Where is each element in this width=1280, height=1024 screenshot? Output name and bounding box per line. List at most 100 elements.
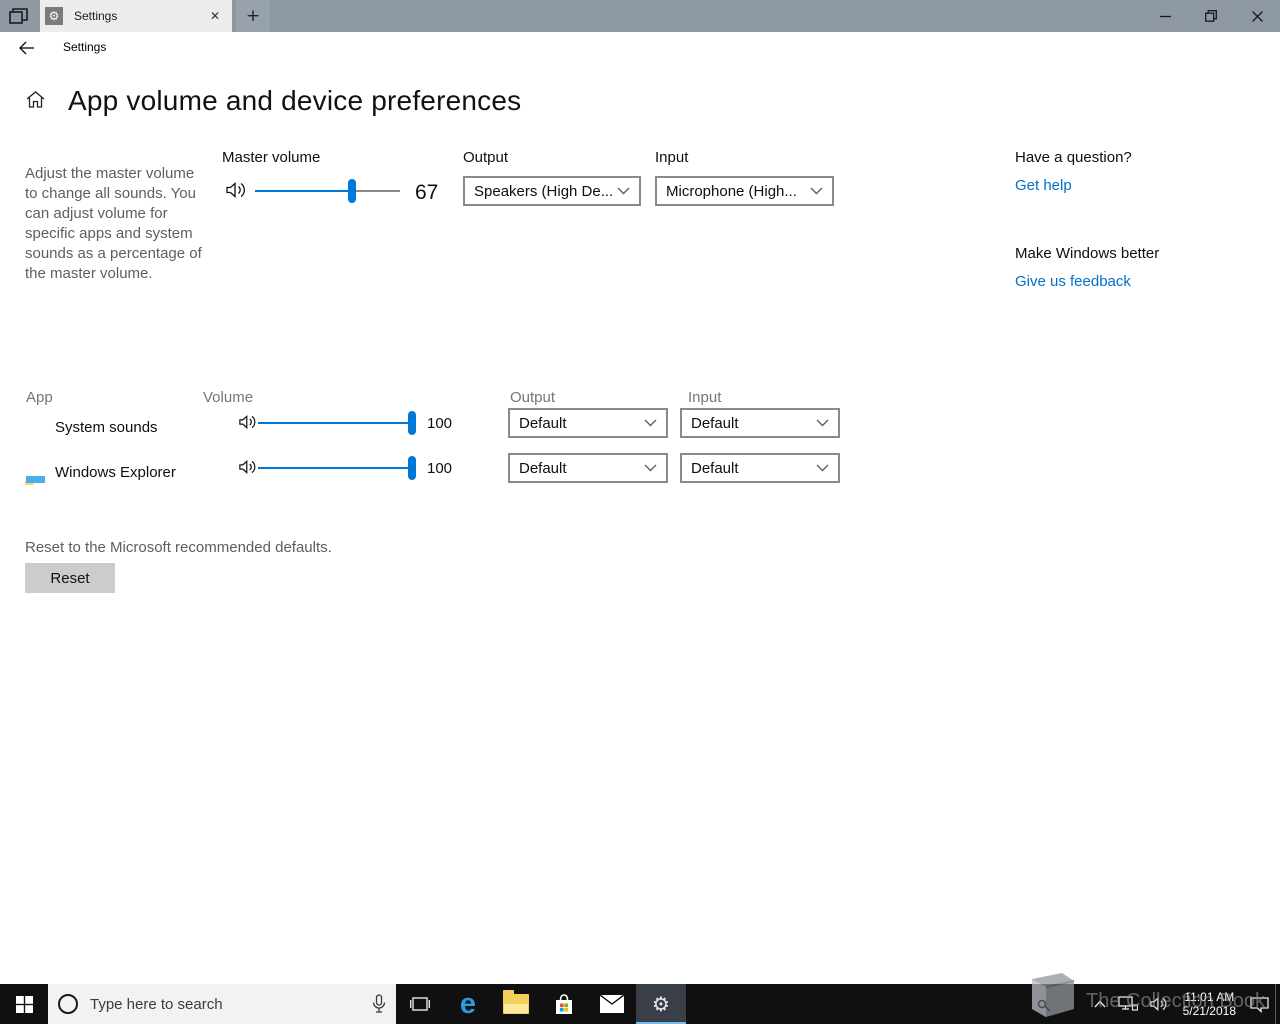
- output-label: Output: [463, 149, 509, 166]
- tab-settings[interactable]: ⚙ Settings ✕: [40, 0, 232, 32]
- slider-thumb[interactable]: [348, 179, 357, 203]
- master-volume-slider[interactable]: [255, 179, 400, 203]
- file-explorer-icon: [503, 990, 529, 1014]
- page-title: App volume and device preferences: [68, 85, 522, 116]
- new-tab-button[interactable]: +: [236, 0, 270, 32]
- action-center-icon: [1250, 996, 1269, 1013]
- give-us-feedback-link[interactable]: Give us feedback: [1015, 273, 1131, 290]
- app-speaker-icon[interactable]: [239, 459, 258, 475]
- master-volume-label: Master volume: [222, 149, 321, 166]
- restore-icon: [1205, 10, 1217, 22]
- column-header-input: Input: [688, 389, 722, 406]
- action-center-button[interactable]: [1244, 984, 1275, 1024]
- back-arrow-icon: [19, 41, 34, 55]
- slider-thumb[interactable]: [408, 411, 416, 435]
- speaker-icon: [1149, 997, 1167, 1011]
- app-row-name: System sounds: [55, 419, 158, 436]
- show-tabs-button[interactable]: [0, 0, 38, 32]
- app-volume-value: 100: [427, 460, 453, 477]
- edge-icon: e: [459, 988, 477, 1020]
- taskbar-empty-area: [686, 984, 1088, 1024]
- column-header-output: Output: [510, 389, 556, 406]
- microsoft-store-icon: [556, 994, 572, 1014]
- reset-description: Reset to the Microsoft recommended defau…: [25, 539, 332, 556]
- cortana-icon: [58, 994, 78, 1014]
- master-output-dropdown[interactable]: Speakers (High De...: [463, 176, 641, 206]
- column-header-app: App: [26, 389, 53, 406]
- input-label: Input: [655, 149, 689, 166]
- hidden-icons-button[interactable]: [1088, 984, 1112, 1024]
- tabbar-drag-area: [270, 0, 1142, 32]
- page-content: App volume and device preferences Adjust…: [0, 62, 1280, 984]
- chevron-up-icon: [1094, 1000, 1106, 1008]
- app-output-value: Default: [519, 414, 567, 432]
- app-speaker-icon[interactable]: [239, 414, 258, 430]
- taskbar-clock[interactable]: 11:01 AM 5/21/2018: [1175, 990, 1244, 1018]
- stacked-windows-icon: [9, 8, 28, 24]
- mail-icon: [600, 995, 624, 1013]
- breadcrumb: Settings: [63, 40, 107, 54]
- master-input-value: Microphone (High...: [666, 182, 797, 200]
- reset-button[interactable]: Reset: [25, 563, 115, 593]
- app-output-value: Default: [519, 459, 567, 477]
- window-tab-bar: ⚙ Settings ✕ +: [0, 0, 1280, 32]
- app-input-dropdown[interactable]: Default: [680, 408, 840, 438]
- tab-close-icon[interactable]: ✕: [206, 7, 224, 25]
- page-description: Adjust the master volume to change all s…: [25, 165, 202, 282]
- minimize-button[interactable]: [1142, 0, 1188, 32]
- master-input-dropdown[interactable]: Microphone (High...: [655, 176, 834, 206]
- volume-button[interactable]: [1144, 984, 1175, 1024]
- app-input-dropdown[interactable]: Default: [680, 453, 840, 483]
- master-output-value: Speakers (High De...: [474, 182, 614, 200]
- slider-fill: [258, 422, 412, 424]
- app-input-value: Default: [691, 459, 739, 477]
- mail-button[interactable]: [588, 984, 636, 1024]
- get-help-link[interactable]: Get help: [1015, 177, 1072, 194]
- tab-title: Settings: [74, 9, 118, 23]
- close-icon: [1251, 10, 1263, 22]
- edge-button[interactable]: e: [444, 984, 492, 1024]
- back-button[interactable]: [14, 35, 40, 61]
- master-speaker-icon[interactable]: [226, 181, 248, 199]
- task-view-button[interactable]: [396, 984, 444, 1024]
- column-header-volume: Volume: [203, 389, 254, 406]
- chevron-down-icon: [644, 464, 657, 472]
- show-desktop-button[interactable]: [1275, 984, 1280, 1024]
- microphone-icon[interactable]: [372, 994, 386, 1014]
- store-button[interactable]: [540, 984, 588, 1024]
- app-volume-value: 100: [427, 415, 453, 432]
- network-icon: [1117, 996, 1138, 1011]
- app-output-dropdown[interactable]: Default: [508, 408, 668, 438]
- app-volume-slider[interactable]: [258, 456, 416, 480]
- minimize-icon: [1159, 15, 1171, 17]
- restore-button[interactable]: [1188, 0, 1234, 32]
- settings-app-header: Settings: [0, 32, 1280, 62]
- chevron-down-icon: [816, 419, 829, 427]
- chevron-down-icon: [617, 187, 630, 195]
- clock-date: 5/21/2018: [1182, 1004, 1236, 1018]
- app-output-dropdown[interactable]: Default: [508, 453, 668, 483]
- app-volume-slider[interactable]: [258, 411, 416, 435]
- taskbar-search-box[interactable]: [48, 984, 396, 1024]
- network-button[interactable]: [1112, 984, 1144, 1024]
- chevron-down-icon: [810, 187, 823, 195]
- home-icon: [26, 91, 45, 108]
- settings-gear-icon: ⚙: [45, 7, 63, 25]
- slider-fill: [255, 190, 353, 192]
- chevron-down-icon: [644, 419, 657, 427]
- master-volume-value: 67: [415, 181, 439, 204]
- have-a-question-title: Have a question?: [1015, 149, 1132, 166]
- make-windows-better-title: Make Windows better: [1015, 245, 1160, 262]
- settings-app-button[interactable]: ⚙: [636, 984, 686, 1024]
- taskbar: e ⚙: [0, 984, 1280, 1024]
- task-view-icon: [410, 997, 430, 1011]
- slider-fill: [258, 467, 412, 469]
- system-tray: 11:01 AM 5/21/2018: [1088, 984, 1280, 1024]
- search-input[interactable]: [90, 995, 372, 1013]
- settings-gear-icon: ⚙: [652, 992, 670, 1016]
- clock-time: 11:01 AM: [1184, 990, 1235, 1004]
- close-button[interactable]: [1234, 0, 1280, 32]
- slider-thumb[interactable]: [408, 456, 416, 480]
- start-button[interactable]: [0, 984, 48, 1024]
- file-explorer-button[interactable]: [492, 984, 540, 1024]
